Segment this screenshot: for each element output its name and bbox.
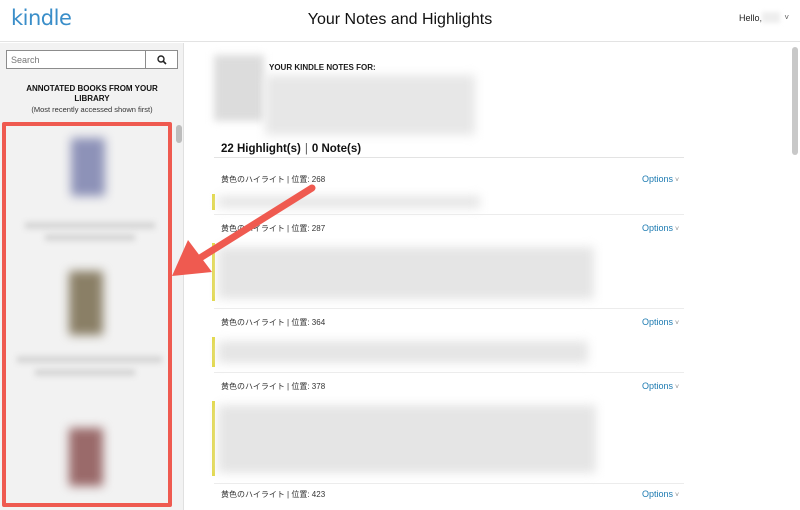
chevron-down-icon: ˅	[675, 492, 680, 499]
highlight-meta: 黄色のハイライト | 位置: 268	[221, 175, 326, 184]
highlight-meta: 黄色のハイライト | 位置: 364	[221, 318, 326, 327]
divider	[214, 372, 684, 373]
highlight-meta: 黄色のハイライト | 位置: 287	[221, 224, 326, 233]
library-subheading: (Most recently accessed shown first)	[31, 105, 153, 114]
notes-for-label: YOUR KINDLE NOTES FOR:	[269, 63, 376, 72]
book-title-redacted	[265, 75, 475, 135]
account-greeting[interactable]: Hello,	[739, 13, 762, 23]
chevron-down-icon: ˅	[675, 226, 680, 233]
options-label: Options	[642, 174, 674, 184]
page-title: Your Notes and Highlights	[307, 11, 493, 28]
note-count: 0 Note(s)	[311, 143, 362, 155]
highlight-color-bar	[212, 243, 215, 301]
highlight-color-bar	[212, 401, 215, 476]
highlight-meta: 黄色のハイライト | 位置: 378	[221, 382, 326, 391]
account-name-redacted	[762, 12, 780, 23]
options-label: Options	[642, 381, 674, 391]
annotation-highlight-box	[2, 122, 172, 507]
highlight-color-bar	[212, 337, 215, 367]
highlight-meta: 黄色のハイライト | 位置: 423	[221, 490, 326, 499]
highlight-color-bar	[212, 194, 215, 210]
search-icon	[156, 54, 167, 65]
highlight-count: 22 Highlight(s)	[221, 143, 301, 155]
account-chevron-down-icon[interactable]: ˅	[784, 13, 789, 22]
divider	[214, 214, 684, 215]
highlight-text-redacted	[218, 196, 480, 208]
divider	[214, 157, 684, 158]
options-button[interactable]: Options ˅	[642, 317, 679, 327]
options-button[interactable]: Options ˅	[642, 174, 679, 184]
options-label: Options	[642, 223, 674, 233]
highlight-text-redacted	[218, 341, 588, 363]
options-button[interactable]: Options ˅	[642, 381, 679, 391]
highlight-text-redacted	[218, 405, 596, 473]
options-button[interactable]: Options ˅	[642, 489, 679, 499]
top-header: kindle Your Notes and Highlights Hello, …	[0, 0, 800, 42]
search-button[interactable]	[145, 50, 178, 69]
divider	[214, 308, 684, 309]
count-separator: |	[304, 143, 308, 155]
library-heading: ANNOTATED BOOKS FROM YOUR LIBRARY	[26, 84, 158, 103]
options-button[interactable]: Options ˅	[642, 223, 679, 233]
sidebar-scrollbar[interactable]	[176, 125, 182, 143]
annotation-counts: 22 Highlight(s) | 0 Note(s)	[221, 143, 361, 155]
highlight-text-redacted	[218, 247, 594, 299]
book-cover-image	[214, 55, 264, 121]
chevron-down-icon: ˅	[675, 384, 680, 391]
chevron-down-icon: ˅	[675, 320, 680, 327]
main-scrollbar[interactable]	[792, 47, 798, 155]
chevron-down-icon: ˅	[675, 177, 680, 184]
notes-panel: YOUR KINDLE NOTES FOR: 22 Highlight(s) | 0…	[185, 43, 800, 510]
options-label: Options	[642, 317, 674, 327]
options-label: Options	[642, 489, 674, 499]
search-input[interactable]	[6, 50, 146, 69]
divider	[214, 483, 684, 484]
